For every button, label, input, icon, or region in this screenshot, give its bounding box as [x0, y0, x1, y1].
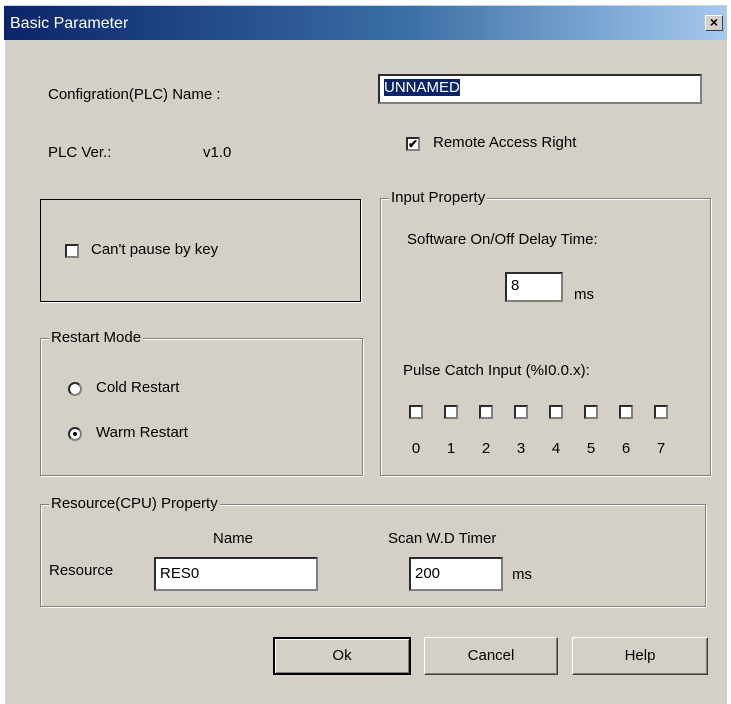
- window-title: Basic Parameter: [10, 15, 129, 32]
- resource-name-input[interactable]: RES0: [154, 557, 318, 591]
- pulse-bit-2-checkbox[interactable]: [479, 405, 493, 419]
- pulse-bit-1-label: 1: [446, 440, 456, 457]
- remote-access-label: Remote Access Right: [433, 134, 577, 151]
- pulse-bit-3-checkbox[interactable]: [514, 405, 528, 419]
- delay-time-label: Software On/Off Delay Time:: [407, 231, 598, 248]
- pulse-bit-6-label: 6: [621, 440, 631, 457]
- plc-ver-value: v1.0: [203, 144, 232, 161]
- config-name-label: Configration(PLC) Name :: [48, 86, 221, 103]
- warm-restart-radio[interactable]: [68, 427, 82, 441]
- pulse-bit-4-label: 4: [551, 440, 561, 457]
- pulse-catch-label: Pulse Catch Input (%I0.0.x):: [403, 362, 590, 379]
- pulse-bit-5-checkbox[interactable]: [584, 405, 598, 419]
- scan-wd-timer-input[interactable]: 200: [409, 557, 503, 591]
- scan-wd-timer-header: Scan W.D Timer: [388, 530, 497, 547]
- resource-property-group: Resource(CPU) Property: [40, 495, 706, 607]
- pause-checkbox[interactable]: [65, 244, 79, 258]
- pulse-bit-0-label: 0: [411, 440, 421, 457]
- delay-time-input[interactable]: 8: [505, 272, 563, 302]
- pulse-bit-7-label: 7: [656, 440, 666, 457]
- pulse-bit-3-label: 3: [516, 440, 526, 457]
- cold-restart-label: Cold Restart: [96, 379, 180, 396]
- config-name-input[interactable]: UNNAMED: [378, 74, 702, 104]
- pulse-bit-4-checkbox[interactable]: [549, 405, 563, 419]
- radio-dot-icon: [73, 432, 77, 436]
- pulse-bit-1-checkbox[interactable]: [444, 405, 458, 419]
- title-bar[interactable]: Basic Parameter ×: [4, 6, 727, 40]
- check-icon: ✔: [408, 137, 419, 151]
- restart-mode-group: Restart Mode: [40, 329, 363, 476]
- plc-ver-label: PLC Ver.:: [48, 144, 112, 161]
- config-name-value: UNNAMED: [384, 79, 460, 96]
- pause-label: Can't pause by key: [91, 241, 219, 258]
- close-icon[interactable]: ×: [705, 15, 723, 31]
- scan-wd-timer-unit: ms: [512, 566, 532, 583]
- resource-name-header: Name: [213, 530, 254, 547]
- warm-restart-label: Warm Restart: [96, 424, 188, 441]
- cold-restart-radio[interactable]: [68, 382, 82, 396]
- restart-mode-legend: Restart Mode: [49, 329, 144, 346]
- pulse-bit-7-checkbox[interactable]: [654, 405, 668, 419]
- pulse-bit-0-checkbox[interactable]: [409, 405, 423, 419]
- input-property-legend: Input Property: [389, 189, 488, 206]
- resource-row-label: Resource: [49, 562, 114, 579]
- help-button[interactable]: Help: [572, 637, 708, 675]
- pulse-bit-5-label: 5: [586, 440, 596, 457]
- delay-unit-label: ms: [574, 286, 594, 303]
- resource-property-legend: Resource(CPU) Property: [49, 495, 220, 512]
- remote-access-checkbox[interactable]: ✔: [406, 137, 420, 151]
- cancel-button[interactable]: Cancel: [424, 637, 558, 675]
- pulse-bit-2-label: 2: [481, 440, 491, 457]
- pulse-bit-6-checkbox[interactable]: [619, 405, 633, 419]
- ok-button[interactable]: Ok: [273, 637, 411, 675]
